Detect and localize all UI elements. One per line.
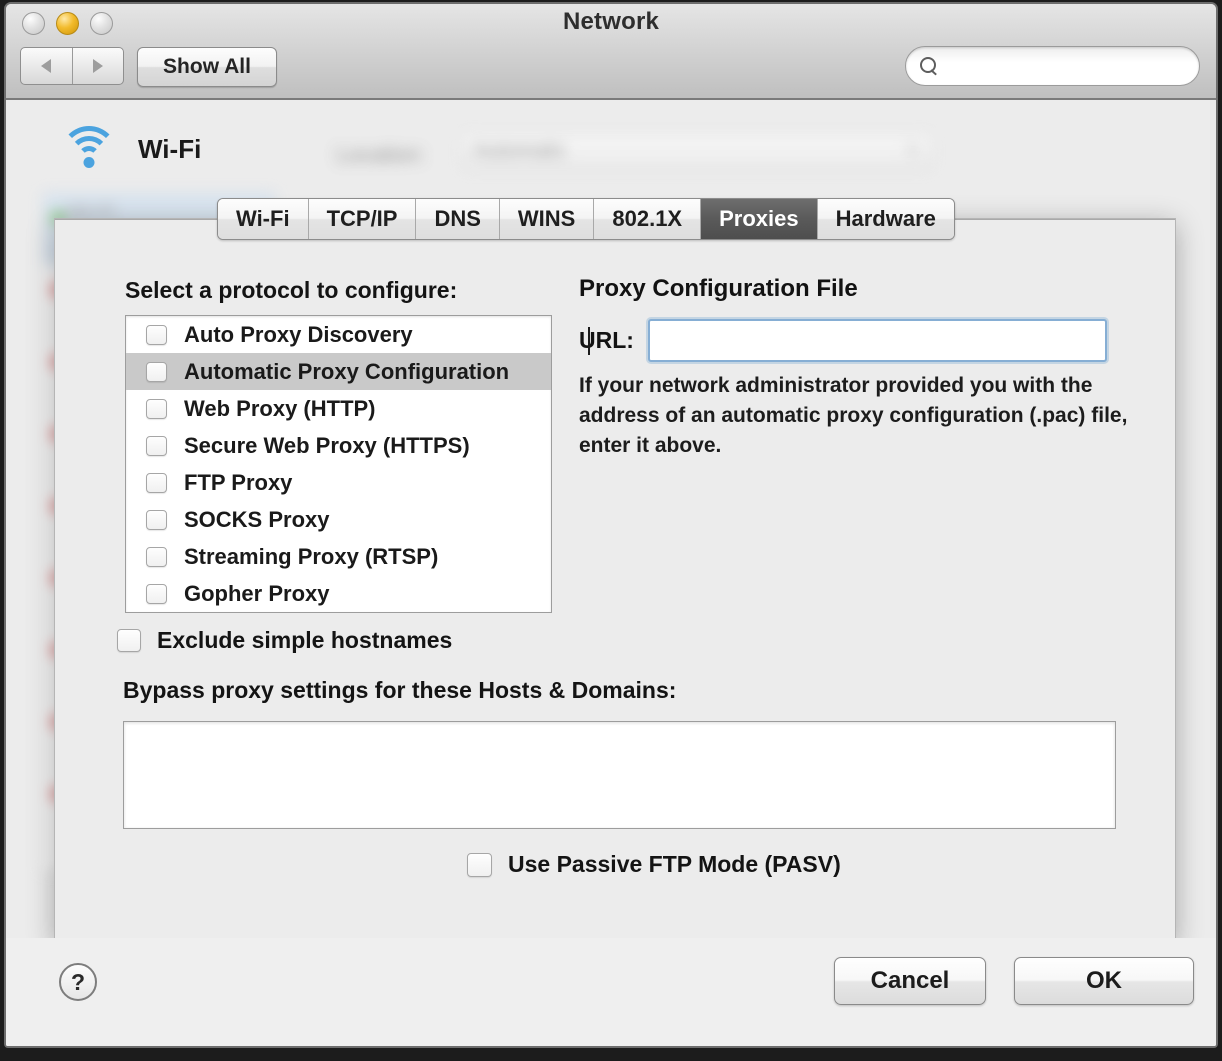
tab-tcpip[interactable]: TCP/IP bbox=[308, 199, 417, 239]
protocol-row-auto-proxy-discovery[interactable]: Auto Proxy Discovery bbox=[126, 316, 551, 353]
passive-ftp-label: Use Passive FTP Mode (PASV) bbox=[508, 851, 841, 877]
checkbox-automatic-proxy-configuration[interactable] bbox=[146, 361, 167, 382]
nav-segmented-control[interactable] bbox=[20, 47, 124, 85]
protocol-label: SOCKS Proxy bbox=[184, 506, 330, 532]
protocol-label: Automatic Proxy Configuration bbox=[184, 358, 510, 384]
background-location-popup: Automatic ⇅ bbox=[462, 134, 932, 170]
tab-proxies[interactable]: Proxies bbox=[701, 199, 818, 239]
proxy-url-field[interactable] bbox=[647, 319, 1107, 362]
checkbox-use-passive-ftp-mode[interactable] bbox=[467, 852, 492, 877]
proxy-config-help-text: If your network administrator provided y… bbox=[579, 374, 1128, 458]
proxy-url-row: URL: bbox=[579, 319, 1107, 362]
bypass-proxy-label: Bypass proxy settings for these Hosts & … bbox=[123, 677, 677, 703]
proxy-url-input[interactable] bbox=[655, 321, 1105, 360]
tab-8021x[interactable]: 802.1X bbox=[594, 199, 702, 239]
protocol-label: Gopher Proxy bbox=[184, 580, 330, 606]
search-input[interactable] bbox=[939, 47, 1199, 85]
network-preferences-window: Network Show All Location: Automatic ⇅ W… bbox=[0, 0, 1222, 1061]
triangle-left-icon bbox=[41, 59, 52, 73]
checkbox-ftp-proxy[interactable] bbox=[146, 472, 167, 493]
checkbox-exclude-simple-hostnames[interactable] bbox=[117, 629, 141, 652]
protocol-row-streaming-proxy-rtsp[interactable]: Streaming Proxy (RTSP) bbox=[126, 538, 551, 575]
protocol-row-socks-proxy[interactable]: SOCKS Proxy bbox=[126, 501, 551, 538]
magnifier-icon bbox=[920, 56, 939, 76]
cancel-button[interactable]: Cancel bbox=[834, 957, 986, 1005]
checkbox-web-proxy-http[interactable] bbox=[146, 398, 167, 419]
text-caret bbox=[588, 327, 590, 355]
service-header: Wi-Fi bbox=[58, 124, 201, 174]
checkbox-streaming-proxy-rtsp[interactable] bbox=[146, 546, 167, 567]
preferences-content: Location: Automatic ⇅ Wi-Fi Connected SA… bbox=[6, 100, 1216, 1046]
bypass-proxy-textarea[interactable] bbox=[124, 722, 1115, 828]
service-name-label: Wi-Fi bbox=[138, 133, 202, 164]
window-title: Network bbox=[562, 8, 660, 35]
protocol-row-ftp-proxy[interactable]: FTP Proxy bbox=[126, 464, 551, 501]
protocol-list-label: Select a protocol to configure: bbox=[125, 277, 458, 303]
protocol-list[interactable]: Auto Proxy Discovery Automatic Proxy Con… bbox=[125, 315, 552, 613]
window-titlebar: Network Show All bbox=[6, 4, 1216, 100]
ok-button[interactable]: OK bbox=[1014, 957, 1194, 1005]
tab-wins[interactable]: WINS bbox=[499, 199, 595, 239]
forward-button[interactable] bbox=[71, 48, 124, 84]
settings-tab-bar[interactable]: Wi-Fi TCP/IP DNS WINS 802.1X Proxies Har… bbox=[217, 198, 955, 240]
protocol-label: Streaming Proxy (RTSP) bbox=[184, 543, 439, 569]
checkbox-secure-web-proxy-https[interactable] bbox=[146, 435, 167, 456]
wifi-icon bbox=[58, 124, 120, 174]
checkbox-gopher-proxy[interactable] bbox=[146, 583, 167, 604]
protocol-label: Secure Web Proxy (HTTPS) bbox=[184, 432, 470, 458]
window-frame: Network Show All Location: Automatic ⇅ W… bbox=[4, 2, 1218, 1048]
show-all-button[interactable]: Show All bbox=[137, 47, 277, 87]
exclude-simple-hostnames-row[interactable]: Exclude simple hostnames bbox=[117, 627, 452, 654]
protocol-row-gopher-proxy[interactable]: Gopher Proxy bbox=[126, 575, 551, 612]
back-button[interactable] bbox=[21, 48, 72, 84]
bypass-proxy-field[interactable] bbox=[123, 721, 1116, 829]
proxies-sheet: Wi-Fi TCP/IP DNS WINS 802.1X Proxies Har… bbox=[54, 198, 1176, 942]
checkbox-auto-proxy-discovery[interactable] bbox=[146, 324, 167, 345]
protocol-label: Web Proxy (HTTP) bbox=[184, 395, 376, 421]
tab-hardware[interactable]: Hardware bbox=[817, 199, 954, 239]
protocol-label: FTP Proxy bbox=[184, 469, 293, 495]
help-button[interactable]: ? bbox=[59, 963, 97, 1001]
exclude-simple-hostnames-label: Exclude simple hostnames bbox=[157, 627, 453, 653]
protocol-row-secure-web-proxy-https[interactable]: Secure Web Proxy (HTTPS) bbox=[126, 427, 551, 464]
passive-ftp-row[interactable]: Use Passive FTP Mode (PASV) bbox=[467, 851, 841, 878]
search-field[interactable] bbox=[905, 46, 1200, 86]
dialog-footer: ? Cancel OK bbox=[6, 938, 1216, 1046]
triangle-right-icon bbox=[92, 59, 103, 73]
chevron-updown-icon: ⇅ bbox=[906, 142, 919, 159]
protocol-row-web-proxy-http[interactable]: Web Proxy (HTTP) bbox=[126, 390, 551, 427]
protocol-label: Auto Proxy Discovery bbox=[184, 321, 413, 347]
checkbox-socks-proxy[interactable] bbox=[146, 509, 167, 530]
tab-wifi[interactable]: Wi-Fi bbox=[218, 199, 309, 239]
protocol-row-automatic-proxy-configuration[interactable]: Automatic Proxy Configuration bbox=[126, 353, 551, 390]
tab-dns[interactable]: DNS bbox=[416, 199, 500, 239]
proxy-configuration-file-title: Proxy Configuration File bbox=[579, 275, 858, 302]
background-location-value: Automatic bbox=[473, 139, 567, 162]
background-location-label: Location: bbox=[336, 142, 426, 167]
